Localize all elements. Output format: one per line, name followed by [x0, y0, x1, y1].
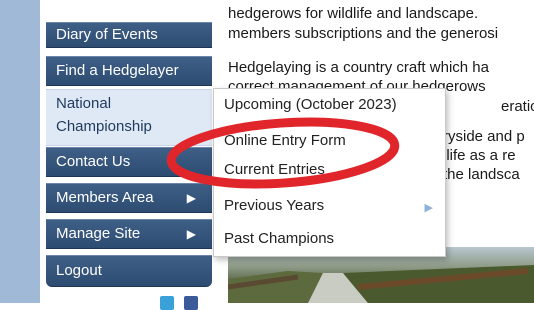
submenu-item-upcoming[interactable]: Upcoming (October 2023) [224, 96, 397, 113]
sidebar-item-label: Diary of Events [56, 26, 158, 43]
paragraph-line: members subscriptions and the generosi [228, 25, 499, 42]
paragraph-line: erations. [501, 98, 534, 115]
national-championship-submenu: Upcoming (October 2023) Online Entry For… [213, 88, 446, 257]
paragraph-line: Hedgelaying is a country craft which ha [228, 59, 489, 76]
sidebar-item-manage-site[interactable]: Manage Site ▶ [46, 219, 212, 249]
sidebar-nav: Diary of Events Find a Hedgelayer Nation… [46, 0, 212, 303]
sidebar-item-national-championship[interactable]: National Championship [46, 89, 212, 146]
sidebar-item-find-a-hedgelayer[interactable]: Find a Hedgelayer [46, 56, 212, 86]
sidebar-item-contact-us[interactable]: Contact Us [46, 147, 212, 177]
sidebar-item-label: Find a Hedgelayer [56, 62, 179, 79]
paragraph-line: hedgerows for wildlife and landscape. [228, 5, 479, 22]
chevron-right-icon: ▶ [424, 202, 433, 214]
submenu-item-previous-years[interactable]: Previous Years [224, 197, 324, 214]
sidebar-item-logout[interactable]: Logout [46, 255, 212, 287]
facebook-icon[interactable] [184, 296, 198, 310]
chevron-right-icon: ▶ [186, 191, 196, 205]
paragraph-line: the landsca [443, 166, 520, 183]
sidebar-item-label: National Championship [56, 95, 152, 135]
submenu-item-past-champions[interactable]: Past Champions [224, 230, 334, 247]
chevron-right-icon: ▶ [186, 227, 196, 241]
submenu-item-online-entry-form[interactable]: Online Entry Form [224, 132, 346, 149]
sidebar-item-label: Contact Us [56, 153, 131, 170]
twitter-icon[interactable] [160, 296, 174, 310]
sidebar-item-label: Logout [56, 262, 102, 279]
sidebar-item-members-area[interactable]: Members Area ▶ [46, 183, 212, 213]
paragraph-line: llife as a re [443, 147, 516, 164]
submenu-item-current-entries[interactable]: Current Entries [224, 161, 325, 178]
sidebar-item-diary-of-events[interactable]: Diary of Events [46, 22, 212, 48]
left-accent-band [0, 0, 40, 303]
paragraph-line: ryside and p [443, 128, 525, 145]
